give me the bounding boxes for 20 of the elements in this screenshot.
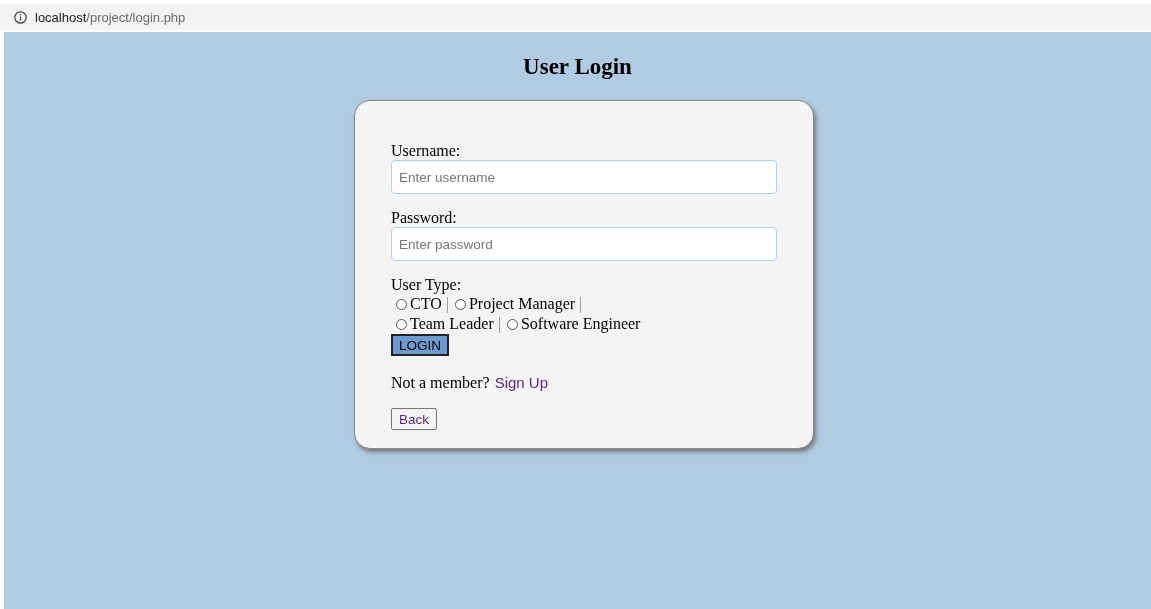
radio-option[interactable]: Team Leader bbox=[396, 314, 494, 334]
radio-option[interactable]: Software Engineer bbox=[506, 314, 641, 334]
field-label: Username: bbox=[391, 141, 461, 160]
back-button[interactable]: Back bbox=[391, 408, 437, 430]
input-field[interactable]: Enter password bbox=[391, 227, 777, 261]
radio-option[interactable]: Project Manager bbox=[454, 294, 576, 314]
separator-text: | bbox=[579, 294, 583, 314]
radio-option[interactable]: CTO bbox=[396, 294, 442, 314]
signup-prompt: Not a member? bbox=[391, 374, 490, 392]
page-title: User Login bbox=[523, 53, 632, 81]
login-button[interactable]: LOGIN bbox=[391, 334, 449, 356]
input-field[interactable]: Enter username bbox=[391, 160, 777, 194]
separator-text: | bbox=[445, 294, 449, 314]
user-type-label: User Type: bbox=[391, 275, 462, 294]
separator-text: | bbox=[497, 314, 501, 334]
signup-link[interactable]: Sign Up bbox=[494, 374, 548, 391]
url-text: localhost/project/login.php bbox=[35, 9, 186, 25]
field-label: Password: bbox=[391, 208, 457, 227]
address-bar[interactable]: localhost/project/login.php bbox=[0, 4, 1151, 30]
info-icon[interactable] bbox=[14, 10, 27, 24]
